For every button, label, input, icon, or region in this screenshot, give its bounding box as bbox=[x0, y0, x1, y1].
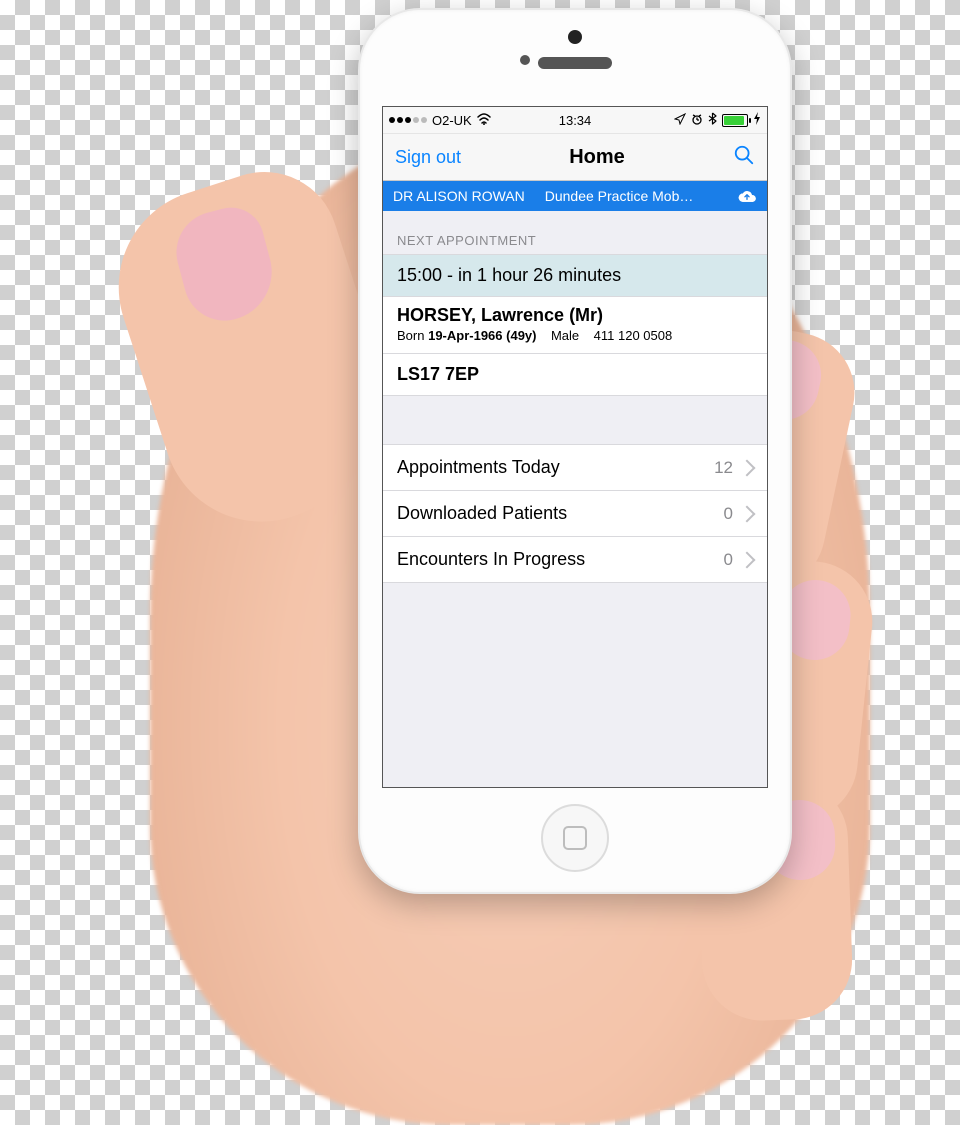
wifi-icon bbox=[477, 113, 491, 128]
earpiece-speaker bbox=[538, 57, 612, 69]
patient-name: HORSEY, Lawrence (Mr) bbox=[383, 297, 767, 328]
front-camera bbox=[568, 30, 582, 44]
chevron-right-icon bbox=[739, 505, 756, 522]
status-left: O2-UK bbox=[389, 113, 559, 128]
section-gap bbox=[383, 396, 767, 444]
row-label: Appointments Today bbox=[397, 457, 714, 478]
row-count: 0 bbox=[724, 504, 733, 524]
search-icon bbox=[733, 144, 755, 166]
charging-icon bbox=[753, 112, 761, 128]
proximity-sensor bbox=[520, 55, 530, 65]
status-right bbox=[591, 112, 761, 128]
phone-body: O2-UK 13:34 bbox=[358, 8, 792, 894]
appointment-time-row: 15:00 - in 1 hour 26 minutes bbox=[383, 255, 767, 297]
row-label: Downloaded Patients bbox=[397, 503, 724, 524]
signal-dots-icon bbox=[389, 117, 427, 123]
status-time: 13:34 bbox=[559, 113, 592, 128]
next-appointment-card[interactable]: 15:00 - in 1 hour 26 minutes HORSEY, Law… bbox=[383, 254, 767, 396]
battery-icon bbox=[722, 114, 748, 127]
location-icon bbox=[674, 113, 686, 128]
carrier-label: O2-UK bbox=[432, 113, 472, 128]
phone-screen: O2-UK 13:34 bbox=[382, 106, 768, 788]
page-title: Home bbox=[569, 146, 625, 169]
bluetooth-icon bbox=[708, 112, 717, 128]
doctor-name: DR ALISON ROWAN bbox=[393, 188, 525, 204]
identity-bar: DR ALISON ROWAN Dundee Practice Mob… bbox=[383, 181, 767, 211]
patient-phone: 411 120 0508 bbox=[594, 328, 673, 343]
chevron-right-icon bbox=[739, 459, 756, 476]
patient-sex: Male bbox=[551, 328, 579, 343]
patient-postcode: LS17 7EP bbox=[383, 354, 767, 395]
chevron-right-icon bbox=[739, 551, 756, 568]
practice-name: Dundee Practice Mob… bbox=[545, 188, 731, 204]
navigation-bar: Sign out Home bbox=[383, 134, 767, 181]
row-count: 0 bbox=[724, 550, 733, 570]
born-label: Born bbox=[397, 328, 424, 343]
ios-status-bar: O2-UK 13:34 bbox=[383, 107, 767, 134]
home-button[interactable] bbox=[541, 804, 609, 872]
sign-out-button[interactable]: Sign out bbox=[395, 147, 461, 168]
row-encounters-in-progress[interactable]: Encounters In Progress 0 bbox=[383, 536, 767, 582]
row-appointments-today[interactable]: Appointments Today 12 bbox=[383, 445, 767, 490]
next-appointment-header: NEXT APPOINTMENT bbox=[383, 211, 767, 254]
alarm-icon bbox=[691, 113, 703, 128]
cloud-sync-icon[interactable] bbox=[737, 189, 757, 203]
row-count: 12 bbox=[714, 458, 733, 478]
row-label: Encounters In Progress bbox=[397, 549, 724, 570]
content-area: NEXT APPOINTMENT 15:00 - in 1 hour 26 mi… bbox=[383, 211, 767, 787]
row-downloaded-patients[interactable]: Downloaded Patients 0 bbox=[383, 490, 767, 536]
patient-meta-row: Born 19-Apr-1966 (49y) Male 411 120 0508 bbox=[383, 328, 767, 354]
summary-list: Appointments Today 12 Downloaded Patient… bbox=[383, 444, 767, 583]
search-button[interactable] bbox=[733, 144, 755, 171]
born-value: 19-Apr-1966 (49y) bbox=[428, 328, 536, 343]
